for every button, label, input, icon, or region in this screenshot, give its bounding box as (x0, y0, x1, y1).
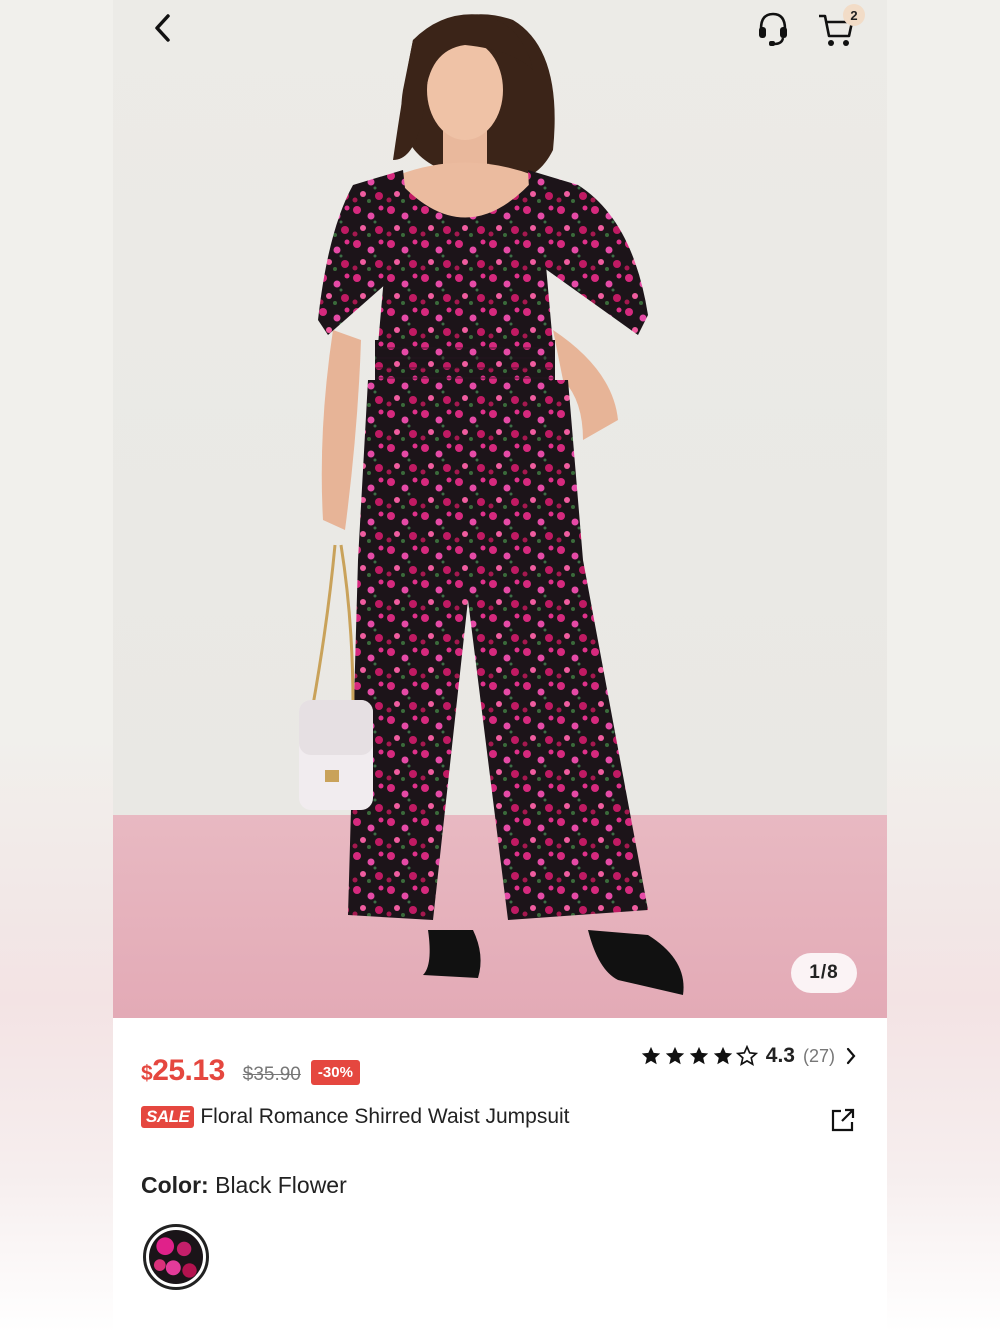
color-label-row: Color: Black Flower (141, 1172, 347, 1199)
product-image-gallery[interactable]: 2 1/8 (113, 0, 887, 1018)
swatch-pattern (149, 1230, 203, 1284)
title-row: SALE Floral Romance Shirred Waist Jumpsu… (141, 1105, 570, 1129)
star-full-icon (641, 1046, 660, 1065)
color-swatch-black-flower[interactable] (143, 1224, 209, 1290)
back-button[interactable] (141, 8, 185, 48)
price-currency: $ (141, 1062, 153, 1085)
discount-badge: -30% (310, 1060, 360, 1085)
chevron-left-icon (155, 14, 170, 42)
product-title: Floral Romance Shirred Waist Jumpsuit (200, 1105, 570, 1128)
customer-support-button[interactable] (751, 6, 795, 50)
product-photo (299, 14, 684, 995)
current-price: $25.13 (141, 1054, 225, 1088)
color-value: Black Flower (215, 1172, 347, 1198)
cart-count-badge: 2 (843, 4, 865, 26)
chevron-right-icon (846, 1047, 856, 1065)
product-info-panel: $25.13 $35.90 -30% 4.3 (27) SALE Floral … (113, 1018, 887, 1333)
color-label: Color: (141, 1172, 209, 1198)
original-price: $35.90 (242, 1064, 301, 1085)
star-rating (640, 1045, 758, 1067)
image-pager: 1/8 (791, 953, 857, 993)
headset-icon (759, 12, 787, 46)
rating-value: 4.3 (765, 1044, 795, 1067)
star-full-icon (713, 1046, 732, 1065)
cart-button[interactable]: 2 (815, 4, 865, 50)
rating-summary[interactable]: 4.3 (27) (640, 1044, 857, 1068)
product-page: 2 1/8 $25.13 $35.90 -30% 4.3 (27) SALE F… (113, 0, 887, 1333)
sale-tag: SALE (141, 1106, 195, 1128)
share-button[interactable] (829, 1106, 857, 1134)
star-full-icon (665, 1046, 684, 1065)
review-count: (27) (802, 1045, 835, 1066)
price-row: $25.13 $35.90 -30% (141, 1054, 360, 1088)
star-full-icon (689, 1046, 708, 1065)
share-icon (831, 1108, 855, 1132)
star-empty-icon (735, 1045, 758, 1066)
price-amount: 25.13 (152, 1054, 225, 1087)
